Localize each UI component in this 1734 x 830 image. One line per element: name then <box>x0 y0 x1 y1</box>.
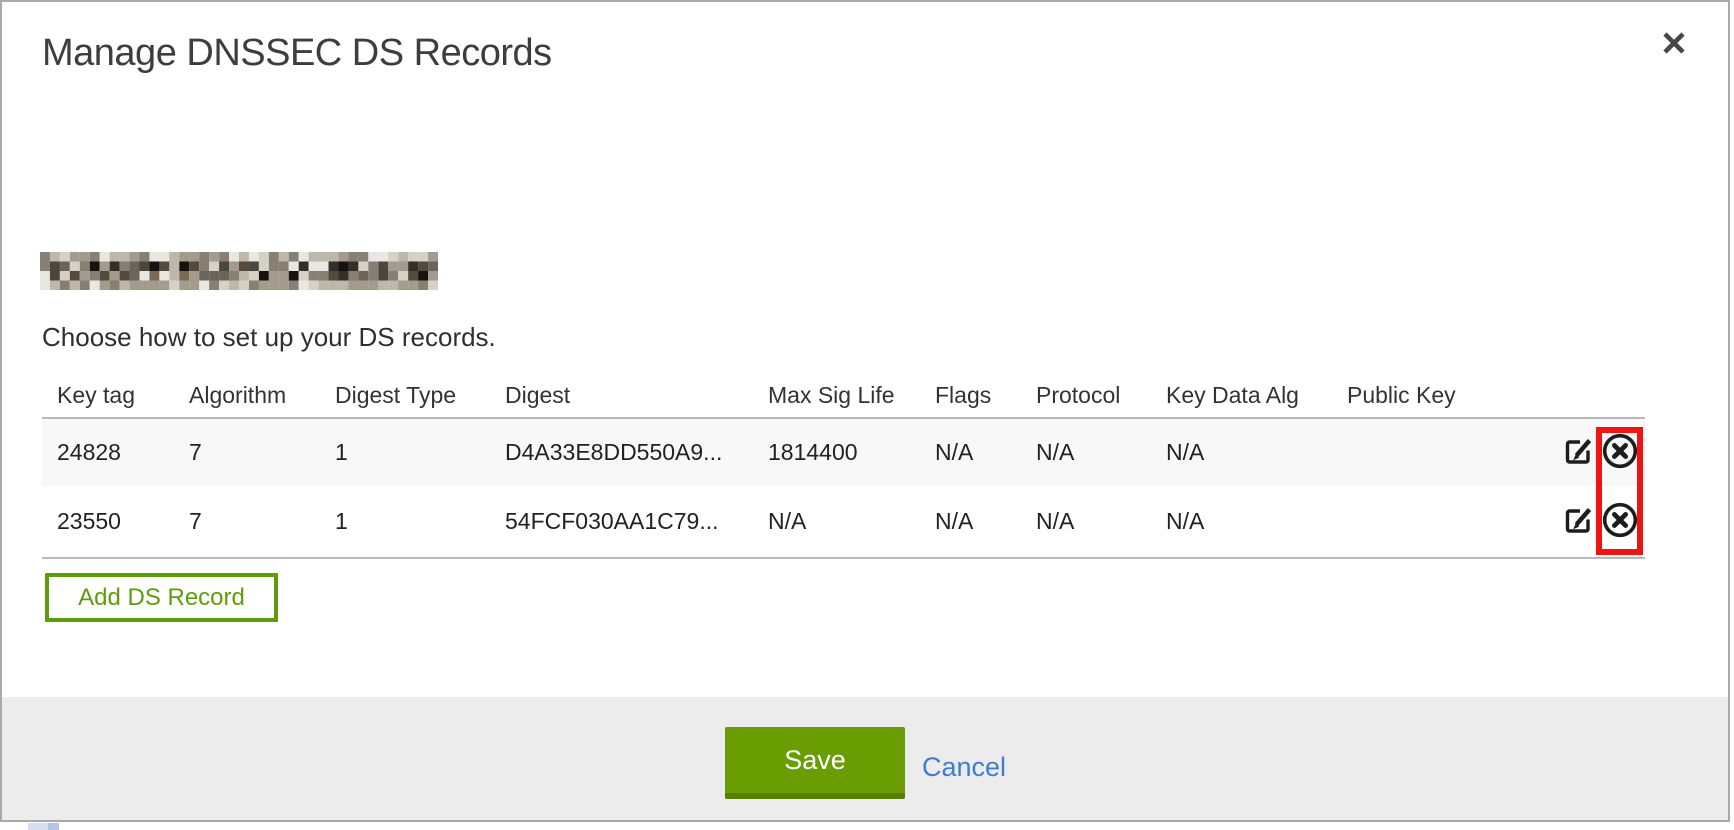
edit-record-button[interactable] <box>1561 503 1595 540</box>
dialog-footer: Save Cancel <box>2 697 1728 820</box>
cell-algorithm: 7 <box>174 508 320 535</box>
delete-x-circle-icon <box>1601 501 1639 542</box>
ds-records-table: Key tag Algorithm Digest Type Digest Max… <box>42 374 1645 559</box>
background-artifact <box>48 823 59 830</box>
column-header-max-sig-life: Max Sig Life <box>753 382 920 409</box>
edit-pencil-icon <box>1561 434 1595 471</box>
column-header-flags: Flags <box>920 382 1021 409</box>
edit-pencil-icon <box>1561 503 1595 540</box>
instruction-text: Choose how to set up your DS records. <box>42 322 496 353</box>
cell-flags: N/A <box>920 439 1021 466</box>
table-row: 24828 7 1 D4A33E8DD550A9... 1814400 N/A … <box>42 419 1645 486</box>
cell-digest-type: 1 <box>320 439 490 466</box>
table-header-row: Key tag Algorithm Digest Type Digest Max… <box>42 374 1645 417</box>
close-button[interactable] <box>1650 20 1698 68</box>
column-header-key-tag: Key tag <box>42 382 174 409</box>
cell-key-data-alg: N/A <box>1151 508 1332 535</box>
delete-record-button[interactable] <box>1601 501 1639 542</box>
cell-algorithm: 7 <box>174 439 320 466</box>
delete-record-button[interactable] <box>1601 432 1639 473</box>
add-ds-record-button[interactable]: Add DS Record <box>45 573 278 622</box>
column-header-digest: Digest <box>490 382 753 409</box>
dialog-title: Manage DNSSEC DS Records <box>42 32 552 75</box>
cancel-link[interactable]: Cancel <box>922 752 1006 783</box>
column-header-protocol: Protocol <box>1021 382 1151 409</box>
modal-dialog: Manage DNSSEC DS Records Choose how to s… <box>0 0 1730 822</box>
cell-actions <box>1482 501 1645 542</box>
cell-key-tag: 23550 <box>42 508 174 535</box>
cell-digest: D4A33E8DD550A9... <box>490 439 753 466</box>
column-header-algorithm: Algorithm <box>174 382 320 409</box>
column-header-digest-type: Digest Type <box>320 382 490 409</box>
column-header-public-key: Public Key <box>1332 382 1482 409</box>
close-icon <box>1658 27 1690 62</box>
cell-flags: N/A <box>920 508 1021 535</box>
edit-record-button[interactable] <box>1561 434 1595 471</box>
cell-actions <box>1482 432 1645 473</box>
cell-max-sig-life: 1814400 <box>753 439 920 466</box>
cell-protocol: N/A <box>1021 439 1151 466</box>
cell-max-sig-life: N/A <box>753 508 920 535</box>
table-row: 23550 7 1 54FCF030AA1C79... N/A N/A N/A … <box>42 486 1645 557</box>
cell-digest-type: 1 <box>320 508 490 535</box>
cell-key-tag: 24828 <box>42 439 174 466</box>
column-header-key-data-alg: Key Data Alg <box>1151 382 1332 409</box>
table-body: 24828 7 1 D4A33E8DD550A9... 1814400 N/A … <box>42 417 1645 559</box>
cell-protocol: N/A <box>1021 508 1151 535</box>
page-background-strip <box>0 822 1734 830</box>
domain-name-redacted <box>40 252 438 290</box>
delete-x-circle-icon <box>1601 432 1639 473</box>
cell-digest: 54FCF030AA1C79... <box>490 508 753 535</box>
cell-key-data-alg: N/A <box>1151 439 1332 466</box>
save-button[interactable]: Save <box>725 727 905 799</box>
